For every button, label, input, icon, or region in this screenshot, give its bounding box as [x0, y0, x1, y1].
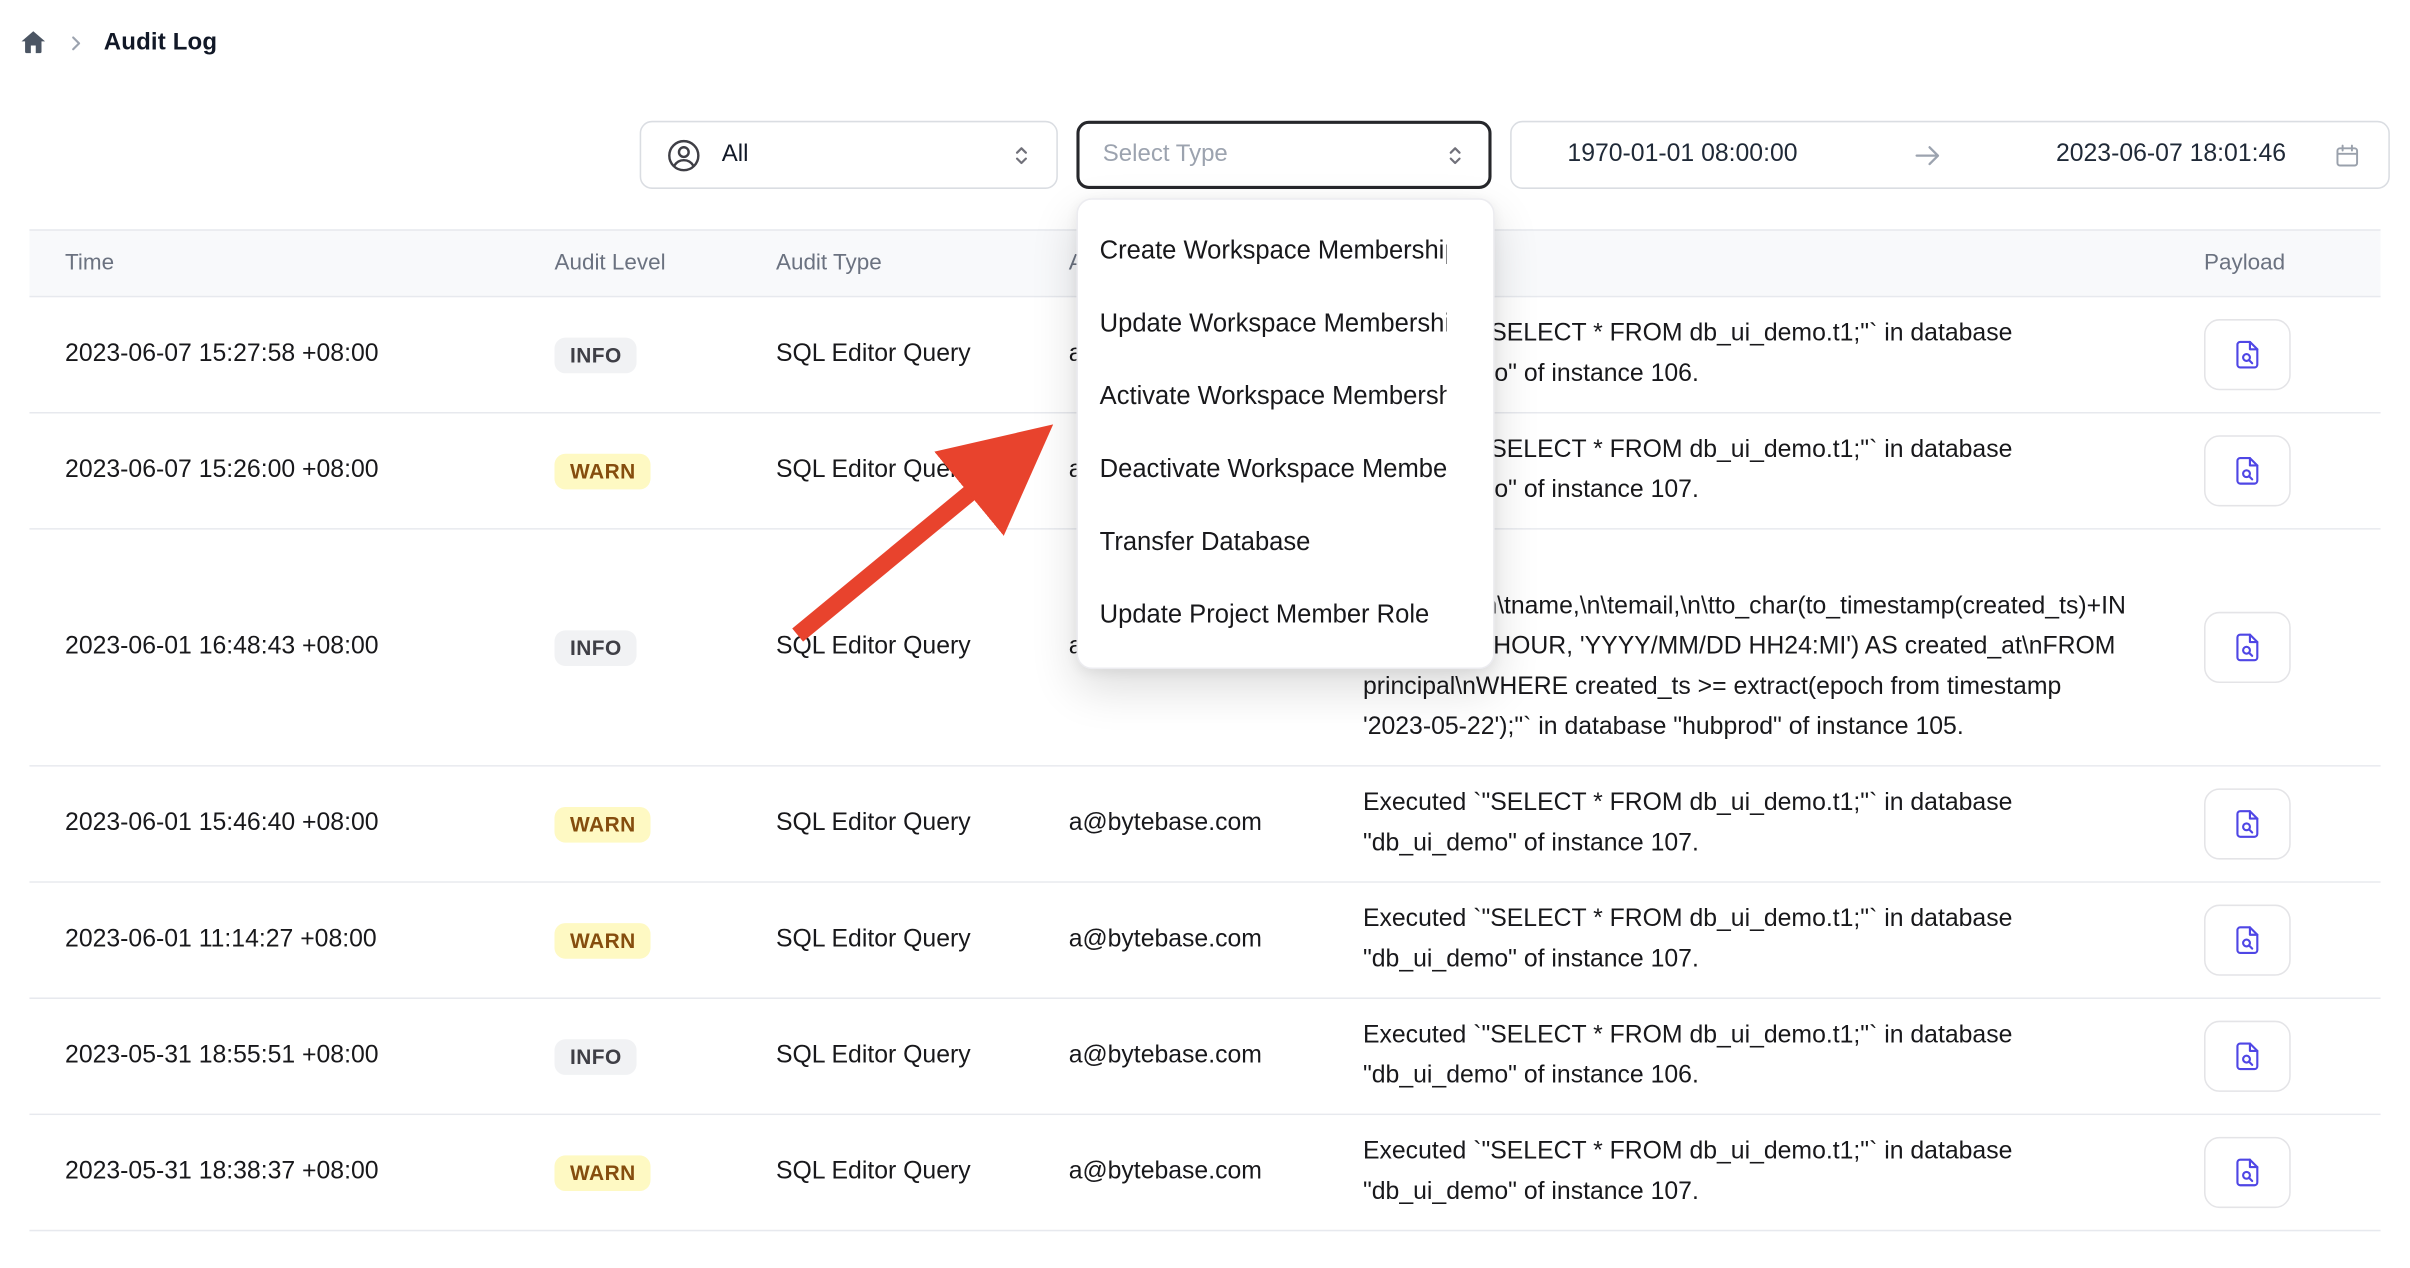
user-circle-icon — [664, 136, 703, 175]
row-time: 2023-05-31 18:38:37 +08:00 — [29, 1159, 554, 1187]
payload-view-button[interactable] — [2204, 319, 2291, 390]
dropdown-item[interactable]: Transfer Database — [1078, 506, 1447, 579]
file-search-icon — [2230, 338, 2264, 372]
date-range-picker[interactable]: 1970-01-01 08:00:00 2023-06-07 18:01:46 — [1510, 121, 2390, 189]
row-audit-type: SQL Editor Query — [776, 633, 1069, 661]
row-time: 2023-06-01 16:48:43 +08:00 — [29, 633, 554, 661]
calendar-icon — [2333, 140, 2362, 169]
page-title: Audit Log — [104, 29, 217, 57]
row-actor: a@bytebase.com — [1069, 926, 1363, 954]
audit-level-badge: INFO — [554, 630, 637, 666]
table-row: 2023-05-31 18:38:37 +08:00 WARN SQL Edit… — [29, 1115, 2380, 1231]
row-audit-type: SQL Editor Query — [776, 810, 1069, 838]
chevron-updown-icon — [1008, 142, 1034, 168]
row-time: 2023-05-31 18:55:51 +08:00 — [29, 1042, 554, 1070]
header-audit-type: Audit Type — [776, 251, 1069, 276]
row-comment: Executed `"SELECT * FROM db_ui_demo.t1;"… — [1363, 767, 2175, 882]
dropdown-item[interactable]: Update Project Member Role — [1078, 579, 1447, 652]
file-search-icon — [2230, 454, 2264, 488]
table-row: 2023-05-31 18:55:51 +08:00 INFO SQL Edit… — [29, 999, 2380, 1115]
row-audit-type: SQL Editor Query — [776, 457, 1069, 485]
row-comment: Executed `"SELECT * FROM db_ui_demo.t1;"… — [1363, 1115, 2175, 1230]
row-audit-type: SQL Editor Query — [776, 1159, 1069, 1187]
home-icon[interactable] — [19, 28, 48, 57]
row-comment: Executed `"SELECT * FROM db_ui_demo.t1;"… — [1363, 999, 2175, 1114]
payload-view-button[interactable] — [2204, 435, 2291, 506]
type-filter-placeholder: Select Type — [1103, 141, 1228, 169]
row-time: 2023-06-01 15:46:40 +08:00 — [29, 810, 554, 838]
row-audit-level: WARN — [554, 922, 775, 958]
audit-level-badge: WARN — [554, 453, 651, 489]
file-search-icon — [2230, 807, 2264, 841]
row-time: 2023-06-07 15:26:00 +08:00 — [29, 457, 554, 485]
row-payload — [2175, 612, 2381, 683]
header-time: Time — [29, 251, 554, 276]
row-audit-level: WARN — [554, 453, 775, 489]
header-payload: Payload — [2175, 251, 2381, 276]
chevron-updown-icon — [1442, 142, 1468, 168]
file-search-icon — [2230, 1039, 2264, 1073]
row-actor: a@bytebase.com — [1069, 810, 1363, 838]
dropdown-item[interactable]: Activate Workspace Membership — [1078, 361, 1447, 434]
row-payload — [2175, 435, 2381, 506]
date-range-end: 2023-06-07 18:01:46 — [2056, 141, 2286, 169]
row-payload — [2175, 1137, 2381, 1208]
audit-level-badge: WARN — [554, 806, 651, 842]
audit-level-badge: INFO — [554, 337, 637, 373]
row-audit-level: INFO — [554, 630, 775, 666]
type-filter-select[interactable]: Select Type — [1076, 121, 1491, 189]
row-audit-type: SQL Editor Query — [776, 926, 1069, 954]
file-search-icon — [2230, 1155, 2264, 1189]
row-payload — [2175, 905, 2381, 976]
payload-view-button[interactable] — [2204, 1137, 2291, 1208]
dropdown-item[interactable]: Update Workspace Membership — [1078, 288, 1447, 361]
chevron-right-icon — [65, 32, 87, 54]
dropdown-item[interactable]: Deactivate Workspace Membership — [1078, 434, 1447, 507]
payload-view-button[interactable] — [2204, 788, 2291, 859]
row-comment: Executed `"SELECT * FROM db_ui_demo.t1;"… — [1363, 883, 2175, 998]
arrow-right-icon — [1910, 139, 1943, 172]
audit-level-badge: WARN — [554, 1155, 651, 1191]
row-audit-level: INFO — [554, 1038, 775, 1074]
row-payload — [2175, 1021, 2381, 1092]
audit-level-badge: WARN — [554, 922, 651, 958]
date-range-start: 1970-01-01 08:00:00 — [1567, 141, 1797, 169]
row-actor: a@bytebase.com — [1069, 1159, 1363, 1187]
row-audit-type: SQL Editor Query — [776, 341, 1069, 369]
payload-view-button[interactable] — [2204, 1021, 2291, 1092]
row-actor: a@bytebase.com — [1069, 1042, 1363, 1070]
row-payload — [2175, 319, 2381, 390]
table-row: 2023-06-01 15:46:40 +08:00 WARN SQL Edit… — [29, 767, 2380, 883]
payload-view-button[interactable] — [2204, 905, 2291, 976]
header-audit-level: Audit Level — [554, 251, 775, 276]
type-dropdown-menu: Create Workspace Membership Update Works… — [1076, 198, 1494, 669]
filter-bar: All Select Type 1970-01-01 08:00:00 — [640, 121, 2390, 189]
row-time: 2023-06-01 11:14:27 +08:00 — [29, 926, 554, 954]
row-time: 2023-06-07 15:27:58 +08:00 — [29, 341, 554, 369]
actor-filter-select[interactable]: All — [640, 121, 1058, 189]
dropdown-item[interactable]: Create Workspace Membership — [1078, 215, 1447, 288]
breadcrumb: Audit Log — [19, 28, 218, 57]
row-payload — [2175, 788, 2381, 859]
row-audit-level: WARN — [554, 806, 775, 842]
audit-level-badge: INFO — [554, 1038, 637, 1074]
row-audit-level: INFO — [554, 337, 775, 373]
actor-filter-value: All — [722, 141, 749, 169]
file-search-icon — [2230, 923, 2264, 957]
table-row: 2023-06-01 11:14:27 +08:00 WARN SQL Edit… — [29, 883, 2380, 999]
payload-view-button[interactable] — [2204, 612, 2291, 683]
row-audit-type: SQL Editor Query — [776, 1042, 1069, 1070]
row-audit-level: WARN — [554, 1155, 775, 1191]
audit-log-page: Audit Log All Select Type — [0, 0, 2410, 1268]
file-search-icon — [2230, 630, 2264, 664]
